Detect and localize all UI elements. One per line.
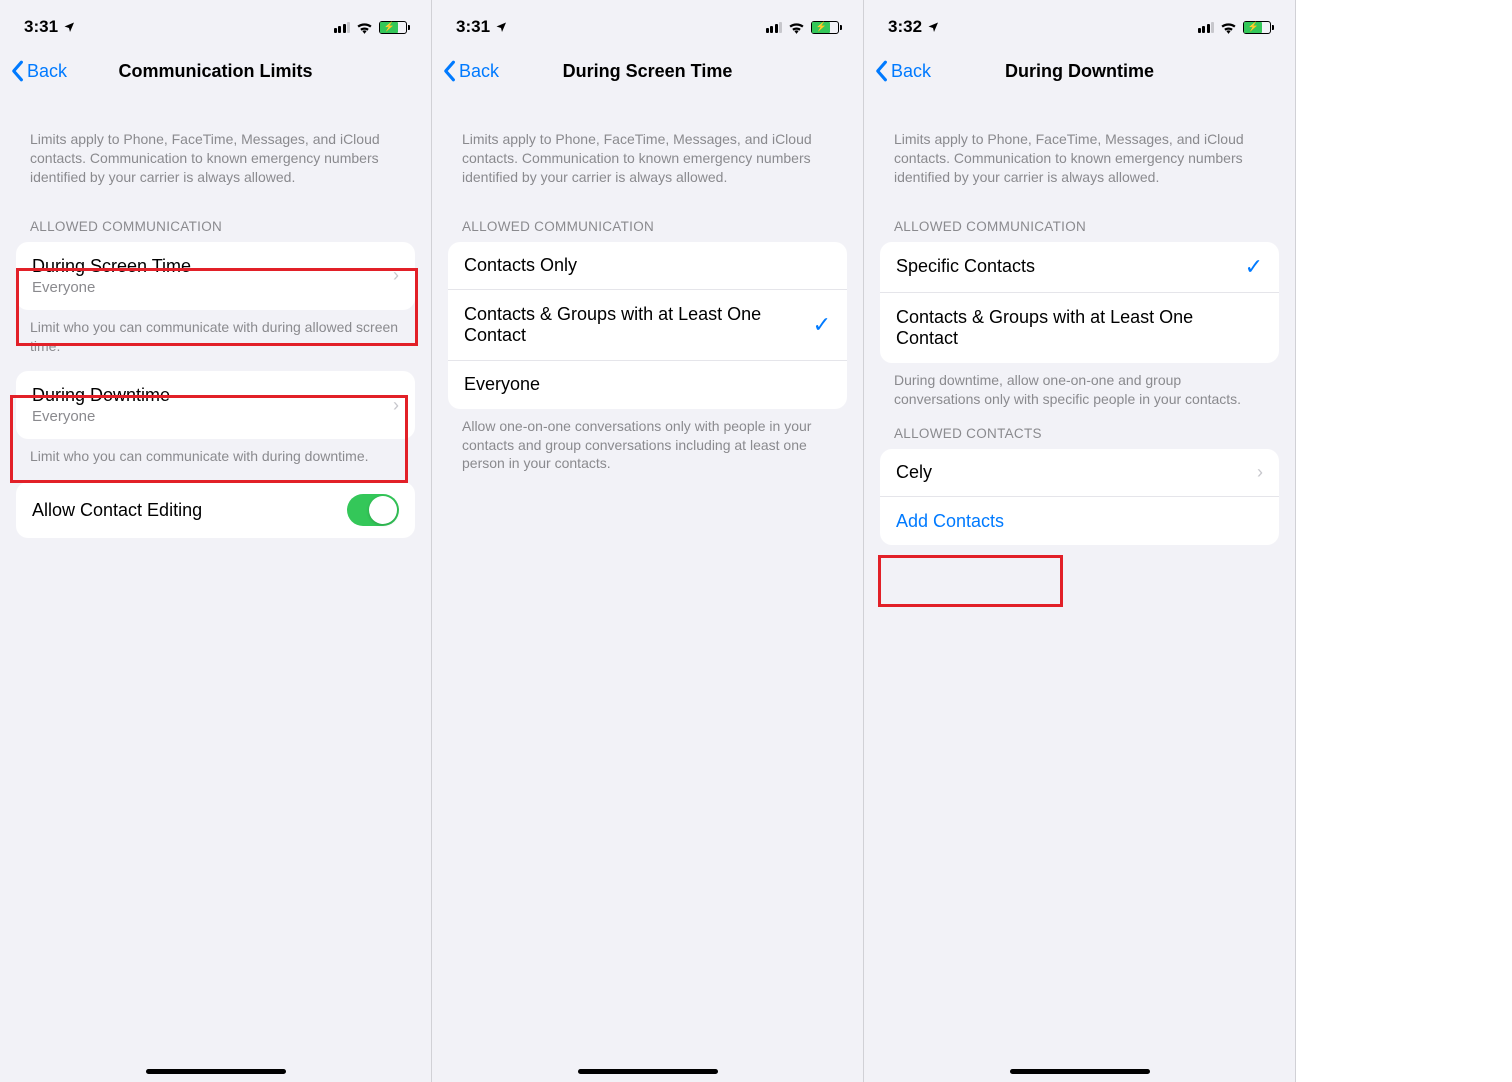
list-group-options: Specific Contacts ✓ Contacts & Groups wi… [880, 242, 1279, 363]
cellular-signal-icon [334, 21, 351, 33]
row-title: During Downtime [32, 385, 170, 406]
status-time: 3:31 [24, 17, 75, 37]
wifi-icon [1220, 21, 1237, 34]
status-bar: 3:31 ⚡ [432, 0, 863, 48]
back-label: Back [459, 61, 499, 82]
cellular-signal-icon [766, 21, 783, 33]
status-time-text: 3:31 [24, 17, 58, 37]
wifi-icon [788, 21, 805, 34]
status-icons: ⚡ [766, 21, 840, 34]
page-title: During Downtime [1005, 61, 1154, 82]
option-label: Contacts & Groups with at Least One Cont… [896, 307, 1226, 349]
add-contacts-label: Add Contacts [896, 511, 1004, 532]
back-button[interactable]: Back [874, 60, 931, 82]
screen-during-downtime: 3:32 ⚡ Back During Downtime Limits apply… [864, 0, 1296, 1082]
battery-icon: ⚡ [811, 21, 839, 34]
contact-name: Cely [896, 462, 932, 483]
option-label: Contacts & Groups with at Least One Cont… [464, 304, 774, 346]
section-footer-1: Limit who you can communicate with durin… [0, 310, 431, 356]
status-time: 3:31 [456, 17, 507, 37]
limits-description: Limits apply to Phone, FaceTime, Message… [0, 100, 431, 201]
page-title: Communication Limits [118, 61, 312, 82]
chevron-left-icon [10, 60, 24, 82]
screen-during-screen-time: 3:31 ⚡ Back During Screen Time Limits ap… [432, 0, 864, 1082]
home-indicator[interactable] [146, 1069, 286, 1074]
during-screen-time-row[interactable]: During Screen Time Everyone › [16, 242, 415, 310]
section-header-allowed: ALLOWED COMMUNICATION [0, 201, 431, 242]
allow-contact-editing-row[interactable]: Allow Contact Editing [16, 482, 415, 538]
options-footer: During downtime, allow one-on-one and gr… [864, 363, 1295, 409]
status-icons: ⚡ [1198, 21, 1272, 34]
list-group-editing: Allow Contact Editing [16, 482, 415, 538]
option-everyone[interactable]: Everyone [448, 361, 847, 409]
section-footer-2: Limit who you can communicate with durin… [0, 439, 431, 466]
checkmark-icon: ✓ [1245, 254, 1263, 280]
checkmark-icon: ✓ [813, 312, 831, 338]
option-label: Contacts Only [464, 255, 577, 276]
battery-icon: ⚡ [1243, 21, 1271, 34]
list-group-allowed: During Screen Time Everyone › [16, 242, 415, 310]
option-label: Specific Contacts [896, 256, 1035, 277]
options-footer: Allow one-on-one conversations only with… [432, 409, 863, 474]
option-contacts-groups[interactable]: Contacts & Groups with at Least One Cont… [880, 293, 1279, 363]
chevron-right-icon: › [393, 265, 399, 286]
back-button[interactable]: Back [442, 60, 499, 82]
limits-description: Limits apply to Phone, FaceTime, Message… [432, 100, 863, 201]
during-downtime-row[interactable]: During Downtime Everyone › [16, 371, 415, 439]
option-specific-contacts[interactable]: Specific Contacts ✓ [880, 242, 1279, 293]
home-indicator[interactable] [578, 1069, 718, 1074]
add-contacts-row[interactable]: Add Contacts [880, 497, 1279, 545]
back-label: Back [27, 61, 67, 82]
location-icon [495, 21, 507, 33]
status-bar: 3:32 ⚡ [864, 0, 1295, 48]
location-icon [927, 21, 939, 33]
section-header-allowed: ALLOWED COMMUNICATION [432, 201, 863, 242]
page-title: During Screen Time [563, 61, 733, 82]
nav-bar: Back During Downtime [864, 48, 1295, 100]
home-indicator[interactable] [1010, 1069, 1150, 1074]
row-title: Allow Contact Editing [32, 500, 202, 521]
cellular-signal-icon [1198, 21, 1215, 33]
limits-description: Limits apply to Phone, FaceTime, Message… [864, 100, 1295, 201]
status-icons: ⚡ [334, 21, 408, 34]
battery-icon: ⚡ [379, 21, 407, 34]
row-title: During Screen Time [32, 256, 191, 277]
wifi-icon [356, 21, 373, 34]
nav-bar: Back Communication Limits [0, 48, 431, 100]
status-time-text: 3:32 [888, 17, 922, 37]
back-label: Back [891, 61, 931, 82]
screen-communication-limits: 3:31 ⚡ Back Communication Limits Limits … [0, 0, 432, 1082]
chevron-left-icon [874, 60, 888, 82]
contact-row[interactable]: Cely › [880, 449, 1279, 497]
list-group-options: Contacts Only Contacts & Groups with at … [448, 242, 847, 409]
nav-bar: Back During Screen Time [432, 48, 863, 100]
location-icon [63, 21, 75, 33]
back-button[interactable]: Back [10, 60, 67, 82]
list-group-contacts: Cely › Add Contacts [880, 449, 1279, 545]
list-group-downtime: During Downtime Everyone › [16, 371, 415, 439]
status-bar: 3:31 ⚡ [0, 0, 431, 48]
chevron-right-icon: › [393, 395, 399, 416]
toggle-allow-editing[interactable] [347, 494, 399, 526]
option-contacts-groups[interactable]: Contacts & Groups with at Least One Cont… [448, 290, 847, 361]
option-contacts-only[interactable]: Contacts Only [448, 242, 847, 290]
chevron-left-icon [442, 60, 456, 82]
section-header-allowed: ALLOWED COMMUNICATION [864, 201, 1295, 242]
option-label: Everyone [464, 374, 540, 395]
section-header-contacts: ALLOWED CONTACTS [864, 408, 1295, 449]
row-subtitle: Everyone [32, 279, 191, 296]
status-time-text: 3:31 [456, 17, 490, 37]
highlight-add-contacts [878, 555, 1063, 607]
status-time: 3:32 [888, 17, 939, 37]
chevron-right-icon: › [1257, 462, 1263, 483]
row-subtitle: Everyone [32, 408, 170, 425]
